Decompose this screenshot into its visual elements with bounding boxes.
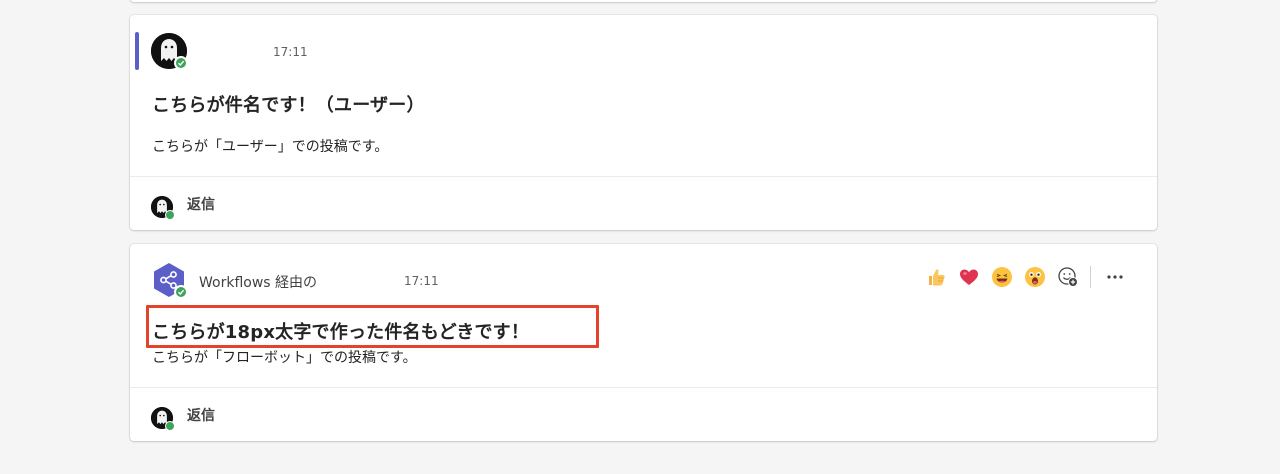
surprised-face-icon[interactable] (1023, 265, 1047, 289)
toolbar-separator (1090, 266, 1091, 288)
message-subject: こちらが件名です！（ユーザー） (152, 95, 425, 116)
reaction-toolbar (924, 264, 1127, 290)
reply-button[interactable]: 返信 (130, 177, 1157, 229)
message-subject: こちらが18px太字で作った件名もどきです！ (152, 322, 530, 343)
presence-available-icon (165, 421, 175, 431)
avatar[interactable] (151, 33, 188, 70)
reply-label: 返信 (187, 408, 215, 424)
previous-message-card (130, 0, 1157, 2)
message-time: 17:11 (273, 45, 308, 59)
message-body: こちらが「フローボット」での投稿です。 (152, 350, 417, 366)
avatar (151, 407, 175, 431)
message-card-user: 17:11 こちらが件名です！（ユーザー） こちらが「ユーザー」での投稿です。 … (130, 15, 1157, 230)
presence-available-icon (174, 285, 188, 299)
laughing-face-icon[interactable] (990, 265, 1014, 289)
presence-available-icon (165, 210, 175, 220)
workflow-avatar[interactable] (151, 262, 188, 299)
reply-button[interactable]: 返信 (130, 388, 1157, 440)
message-body: こちらが「ユーザー」での投稿です。 (152, 139, 389, 155)
presence-available-icon (174, 56, 188, 70)
heart-icon[interactable] (957, 265, 981, 289)
more-options-icon[interactable] (1103, 265, 1127, 289)
sender-name[interactable]: Workflows 経由の (199, 272, 317, 292)
message-time: 17:11 (404, 274, 439, 288)
avatar (151, 196, 175, 220)
thumbs-up-icon[interactable] (924, 265, 948, 289)
message-card-workflow: Workflows 経由の 17:11 こちらが18px太字で作った件名もどきで… (130, 244, 1157, 441)
unread-accent-bar (135, 32, 139, 70)
reply-label: 返信 (187, 197, 215, 213)
add-reaction-icon[interactable] (1056, 265, 1080, 289)
